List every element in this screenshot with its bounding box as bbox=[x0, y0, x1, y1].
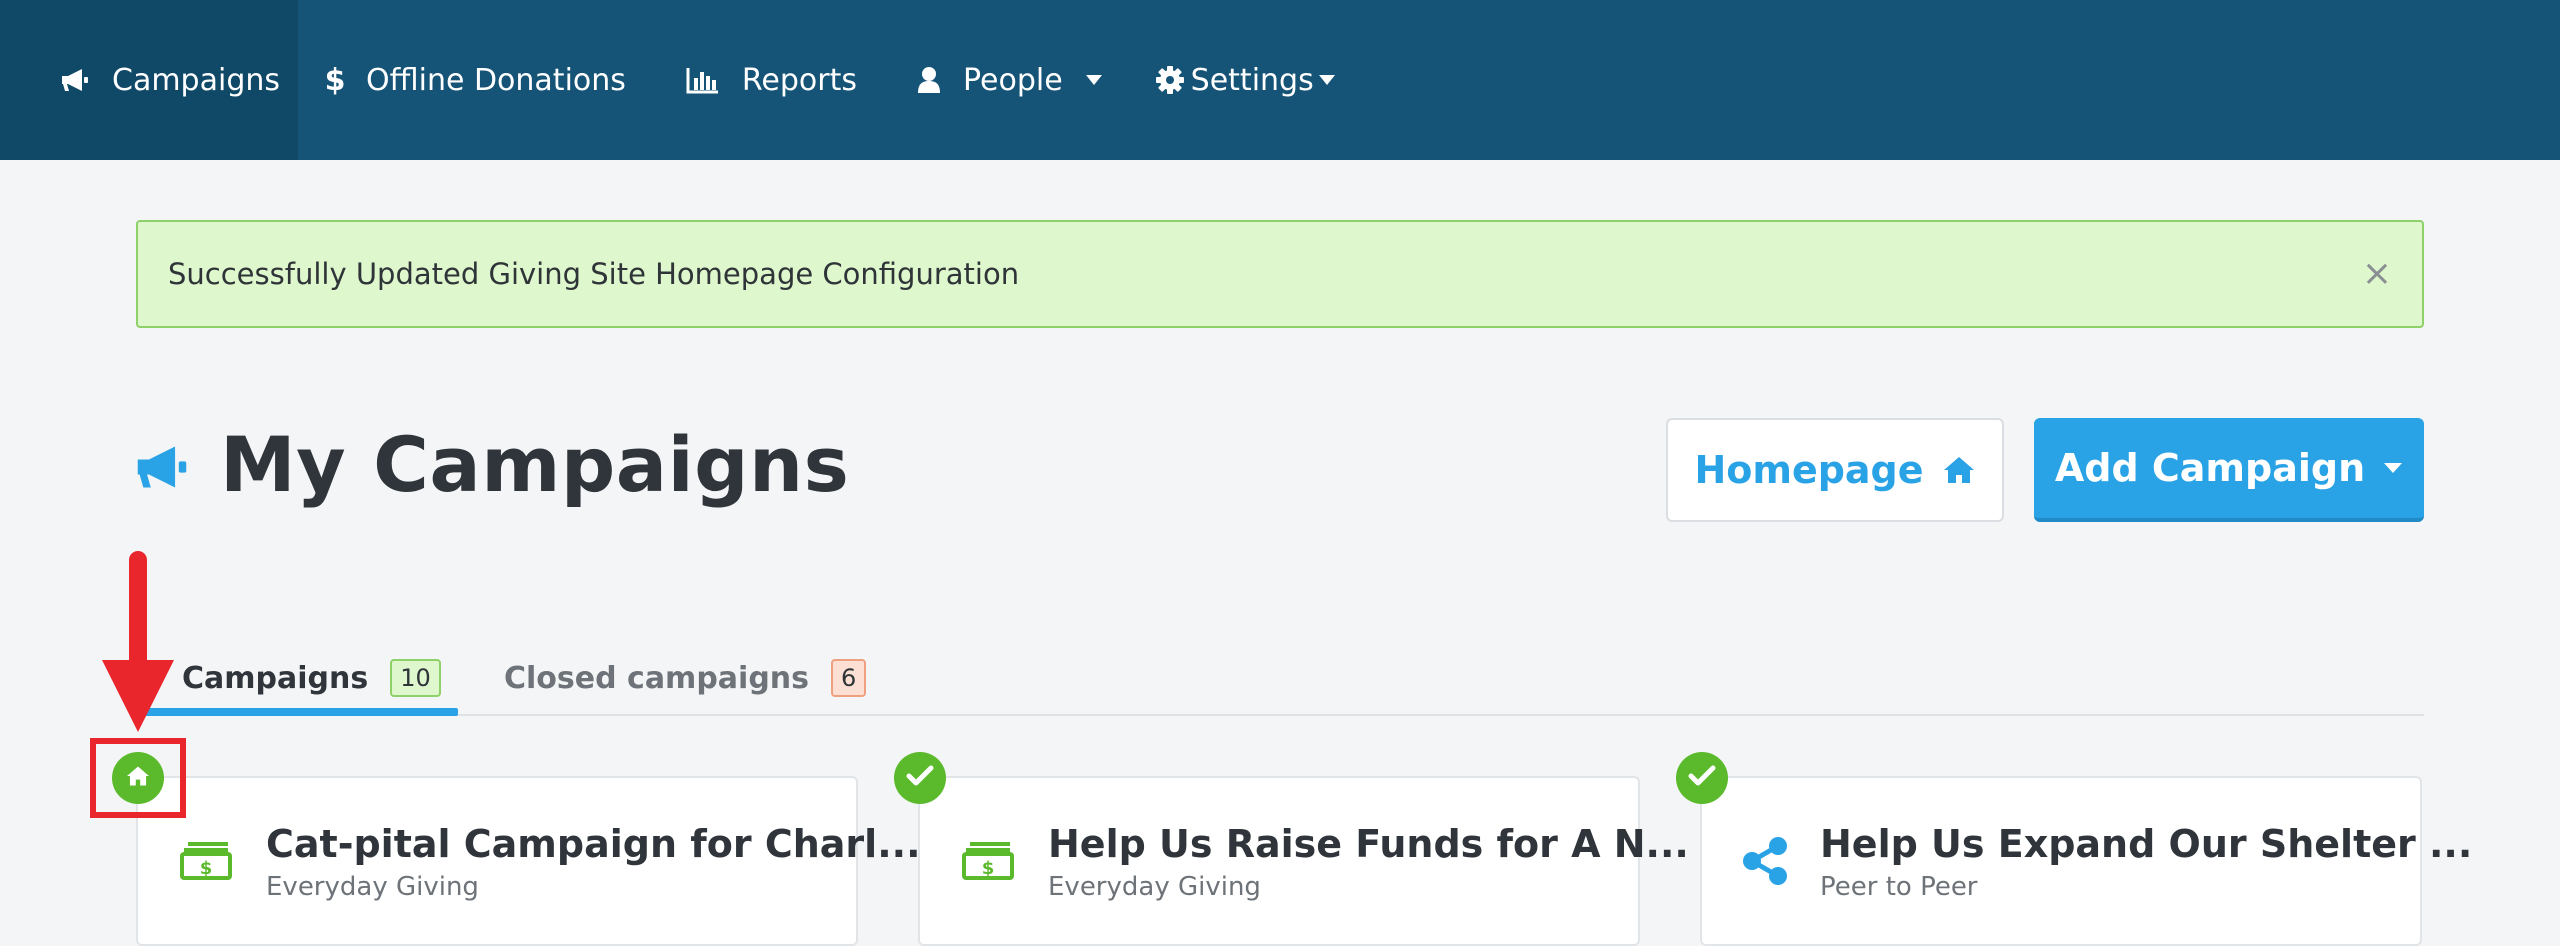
megaphone-icon bbox=[60, 67, 90, 93]
campaign-card[interactable]: Help Us Expand Our Shelter ... Peer to P… bbox=[1700, 776, 2472, 946]
active-status-badge bbox=[894, 752, 946, 804]
card-title: Cat-pital Campaign for Charl... bbox=[266, 822, 921, 866]
count-badge: 6 bbox=[831, 659, 867, 697]
count-badge: 10 bbox=[390, 659, 441, 697]
nav-item-reports[interactable]: Reports bbox=[656, 0, 887, 160]
card-subtitle: Peer to Peer bbox=[1820, 872, 1978, 902]
bar-chart-icon bbox=[686, 66, 720, 94]
nav-item-label: People bbox=[963, 62, 1063, 98]
share-icon bbox=[1740, 836, 1790, 890]
annotation-arrow-icon bbox=[100, 550, 176, 740]
gear-icon bbox=[1155, 65, 1185, 95]
dollar-icon: $ bbox=[326, 64, 344, 96]
svg-text:$: $ bbox=[326, 64, 344, 96]
annotation-highlight-box bbox=[90, 738, 186, 818]
chevron-down-icon bbox=[2383, 462, 2403, 474]
homepage-button[interactable]: Homepage bbox=[1666, 418, 2004, 522]
check-icon bbox=[1688, 765, 1716, 791]
nav-item-label: Campaigns bbox=[112, 62, 281, 98]
nav-item-label: Offline Donations bbox=[366, 62, 626, 98]
nav-item-campaigns[interactable]: Campaigns bbox=[0, 0, 298, 160]
money-icon: $ bbox=[962, 840, 1016, 884]
nav-item-settings[interactable]: Settings bbox=[1129, 0, 1366, 160]
card-subtitle: Everyday Giving bbox=[266, 872, 479, 902]
active-tab-indicator bbox=[136, 708, 458, 716]
nav-item-label: Settings bbox=[1190, 62, 1314, 98]
svg-text:$: $ bbox=[200, 858, 213, 879]
chevron-down-icon bbox=[1085, 74, 1103, 86]
tab-label: Closed campaigns bbox=[504, 660, 810, 696]
money-icon: $ bbox=[180, 840, 234, 884]
add-campaign-button[interactable]: Add Campaign bbox=[2034, 418, 2424, 522]
check-icon bbox=[906, 765, 934, 791]
success-alert: Successfully Updated Giving Site Homepag… bbox=[136, 220, 2424, 328]
megaphone-icon bbox=[134, 442, 190, 496]
top-navbar: Campaigns $ Offline Donations Reports Pe… bbox=[0, 0, 2560, 160]
tab-label: Campaigns bbox=[182, 660, 369, 696]
chevron-down-icon bbox=[1318, 74, 1336, 86]
user-icon bbox=[917, 66, 941, 94]
svg-text:$: $ bbox=[982, 858, 995, 879]
add-campaign-button-label: Add Campaign bbox=[2054, 446, 2366, 490]
card-title: Help Us Raise Funds for A N... bbox=[1048, 822, 1689, 866]
active-status-badge bbox=[1676, 752, 1728, 804]
card-title: Help Us Expand Our Shelter ... bbox=[1820, 822, 2473, 866]
card-subtitle: Everyday Giving bbox=[1048, 872, 1261, 902]
tab-campaigns[interactable]: Campaigns 10 bbox=[136, 640, 458, 716]
campaign-card[interactable]: $ Help Us Raise Funds for A N... Everyda… bbox=[918, 776, 1689, 946]
tab-closed-campaigns[interactable]: Closed campaigns 6 bbox=[504, 640, 867, 716]
tabs-divider bbox=[136, 714, 2424, 716]
close-icon[interactable]: × bbox=[2362, 256, 2392, 292]
campaign-card[interactable]: $ Cat-pital Campaign for Charl... Everyd… bbox=[136, 776, 921, 946]
homepage-button-label: Homepage bbox=[1694, 448, 1924, 492]
home-icon bbox=[1942, 455, 1976, 485]
alert-message: Successfully Updated Giving Site Homepag… bbox=[168, 257, 1020, 291]
page-title: My Campaigns bbox=[220, 420, 850, 509]
nav-item-people[interactable]: People bbox=[887, 0, 1129, 160]
nav-item-label: Reports bbox=[741, 62, 857, 98]
nav-item-offline-donations[interactable]: $ Offline Donations bbox=[298, 0, 656, 160]
